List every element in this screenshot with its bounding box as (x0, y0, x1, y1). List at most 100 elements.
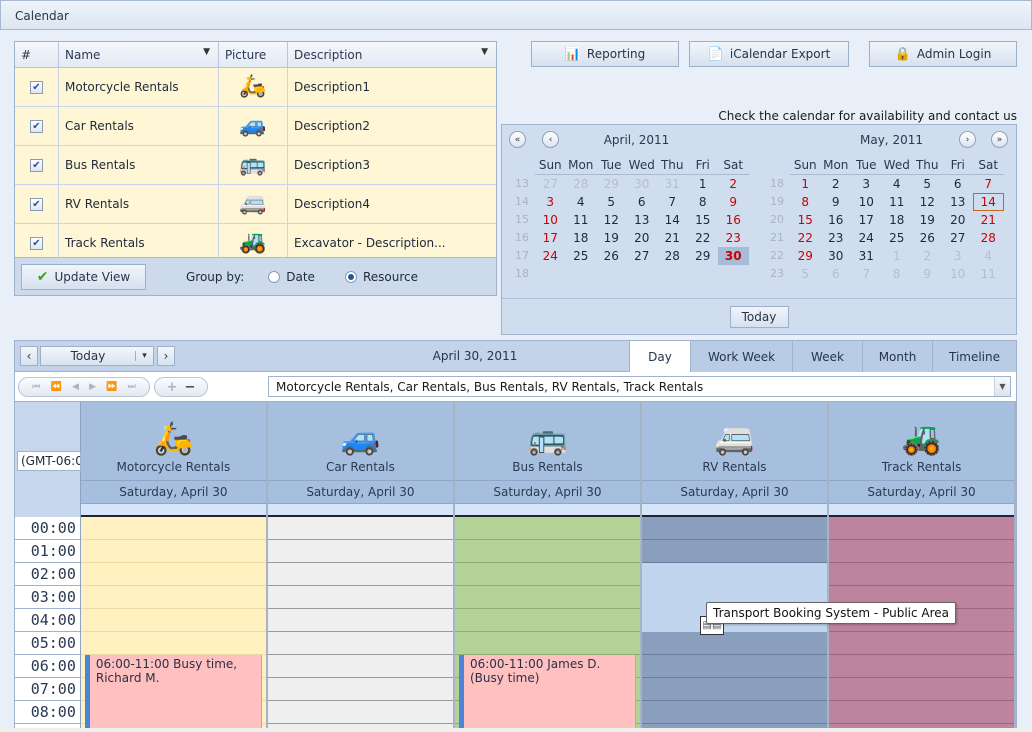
group-by-resource-radio[interactable] (344, 270, 357, 283)
calendar-day[interactable]: 29 (688, 247, 719, 265)
chevron-down-icon[interactable]: ▾ (135, 351, 153, 361)
calendar-day[interactable]: 22 (688, 229, 719, 247)
time-cell[interactable] (454, 540, 640, 563)
calendar-day[interactable]: 30 (821, 247, 852, 265)
calendar-day[interactable]: 21 (973, 211, 1004, 229)
calendar-day[interactable]: 9 (912, 265, 943, 283)
calendar-day[interactable]: 27 (535, 175, 566, 193)
all-day-cell[interactable] (80, 504, 266, 517)
last-resource-icon[interactable]: ⏭ (128, 382, 136, 392)
calendar-day[interactable]: 16 (821, 211, 852, 229)
calendar-day[interactable]: 30 (627, 175, 658, 193)
calendar-day[interactable]: 13 (627, 211, 658, 229)
update-view-button[interactable]: ✔ Update View (21, 263, 146, 290)
all-day-cell[interactable] (641, 504, 827, 517)
time-cell[interactable] (80, 586, 266, 609)
calendar-day[interactable]: 14 (657, 211, 688, 229)
time-cell[interactable] (454, 609, 640, 632)
calendar-day[interactable]: 10 (851, 193, 882, 211)
calendar-day[interactable]: 28 (657, 247, 688, 265)
row-checkbox[interactable]: ✔ (30, 80, 43, 94)
calendar-day[interactable]: 29 (596, 175, 627, 193)
col-header-name[interactable]: Name ▼ (59, 42, 219, 67)
time-cell[interactable] (454, 517, 640, 540)
all-day-cell[interactable] (829, 504, 1015, 517)
time-cell[interactable] (829, 655, 1015, 678)
table-row[interactable]: ✔ Car Rentals 🚙 Description2 (15, 107, 496, 146)
col-header-number[interactable]: # (15, 42, 59, 67)
time-cell[interactable] (829, 678, 1015, 701)
calendar-day[interactable]: 7 (973, 175, 1004, 193)
calendar-day[interactable]: 5 (596, 193, 627, 211)
calendar-day[interactable]: 29 (790, 247, 821, 265)
calendar-day[interactable]: 16 (718, 211, 749, 229)
time-cell[interactable] (829, 632, 1015, 655)
calendar-day[interactable]: 31 (657, 175, 688, 193)
calendar-day[interactable]: 11 (566, 211, 597, 229)
time-cell[interactable] (641, 540, 827, 563)
time-cell[interactable] (80, 517, 266, 540)
calendar-day[interactable]: 31 (851, 247, 882, 265)
time-cell[interactable] (454, 586, 640, 609)
calendar-day[interactable]: 8 (790, 193, 821, 211)
time-cell[interactable] (829, 701, 1015, 724)
calendar-day[interactable]: 1 (688, 175, 719, 193)
calendar-day[interactable]: 6 (943, 175, 974, 193)
calendar-day[interactable]: 9 (821, 193, 852, 211)
time-cell[interactable] (80, 632, 266, 655)
calendar-day[interactable]: 1 (882, 247, 913, 265)
next-resource-icon[interactable]: ▶ (89, 382, 96, 392)
plus-icon[interactable]: + (167, 380, 178, 395)
resource-filter-select[interactable]: Motorcycle Rentals, Car Rentals, Bus Ren… (268, 376, 1011, 397)
calendar-day[interactable]: 25 (882, 229, 913, 247)
calendar-day[interactable]: 27 (627, 247, 658, 265)
col-header-description[interactable]: Description ▼ (288, 42, 496, 67)
calendar-day[interactable]: 5 (912, 175, 943, 193)
time-cell[interactable] (80, 563, 266, 586)
calendar-day[interactable]: 2 (912, 247, 943, 265)
calendar-day[interactable]: 3 (535, 193, 566, 211)
calendar-day[interactable]: 7 (851, 265, 882, 283)
row-checkbox[interactable]: ✔ (30, 119, 43, 133)
time-cell[interactable] (829, 540, 1015, 563)
prev-day-button[interactable]: ‹ (20, 346, 38, 366)
next-day-button[interactable]: › (157, 346, 175, 366)
calendar-day[interactable]: 28 (973, 229, 1004, 247)
calendar-day[interactable]: 17 (851, 211, 882, 229)
calendar-day[interactable]: 14 (973, 193, 1004, 211)
time-cell[interactable] (267, 586, 453, 609)
time-cell[interactable] (267, 655, 453, 678)
time-cell[interactable] (267, 632, 453, 655)
calendar-day[interactable]: 3 (943, 247, 974, 265)
calendar-day[interactable]: 26 (912, 229, 943, 247)
calendar-day[interactable]: 12 (912, 193, 943, 211)
time-cell[interactable] (267, 609, 453, 632)
calendar-day[interactable]: 4 (973, 247, 1004, 265)
calendar-day[interactable]: 22 (790, 229, 821, 247)
calendar-day[interactable]: 5 (790, 265, 821, 283)
calendar-day[interactable]: 8 (882, 265, 913, 283)
filter-icon[interactable]: ▼ (203, 47, 210, 57)
calendar-day[interactable]: 12 (596, 211, 627, 229)
first-resource-icon[interactable]: ⏮ (32, 382, 40, 392)
tab-week[interactable]: Week (792, 341, 862, 372)
calendar-day[interactable]: 15 (688, 211, 719, 229)
calendar-day[interactable]: 30 (718, 247, 749, 265)
calendar-day[interactable]: 11 (882, 193, 913, 211)
calendar-day[interactable]: 1 (790, 175, 821, 193)
time-cell[interactable] (829, 563, 1015, 586)
minus-icon[interactable]: − (185, 380, 196, 395)
calendar-day[interactable]: 24 (851, 229, 882, 247)
time-cell[interactable] (829, 517, 1015, 540)
time-cell[interactable] (454, 632, 640, 655)
calendar-day[interactable]: 20 (943, 211, 974, 229)
time-cell[interactable] (267, 563, 453, 586)
calendar-day[interactable]: 2 (718, 175, 749, 193)
time-cell[interactable] (267, 540, 453, 563)
calendar-day[interactable]: 4 (882, 175, 913, 193)
calendar-day[interactable]: 18 (566, 229, 597, 247)
calendar-day[interactable]: 8 (688, 193, 719, 211)
row-checkbox[interactable]: ✔ (30, 197, 43, 211)
tab-day[interactable]: Day (629, 341, 690, 372)
admin-login-button[interactable]: 🔒 Admin Login (869, 41, 1017, 67)
